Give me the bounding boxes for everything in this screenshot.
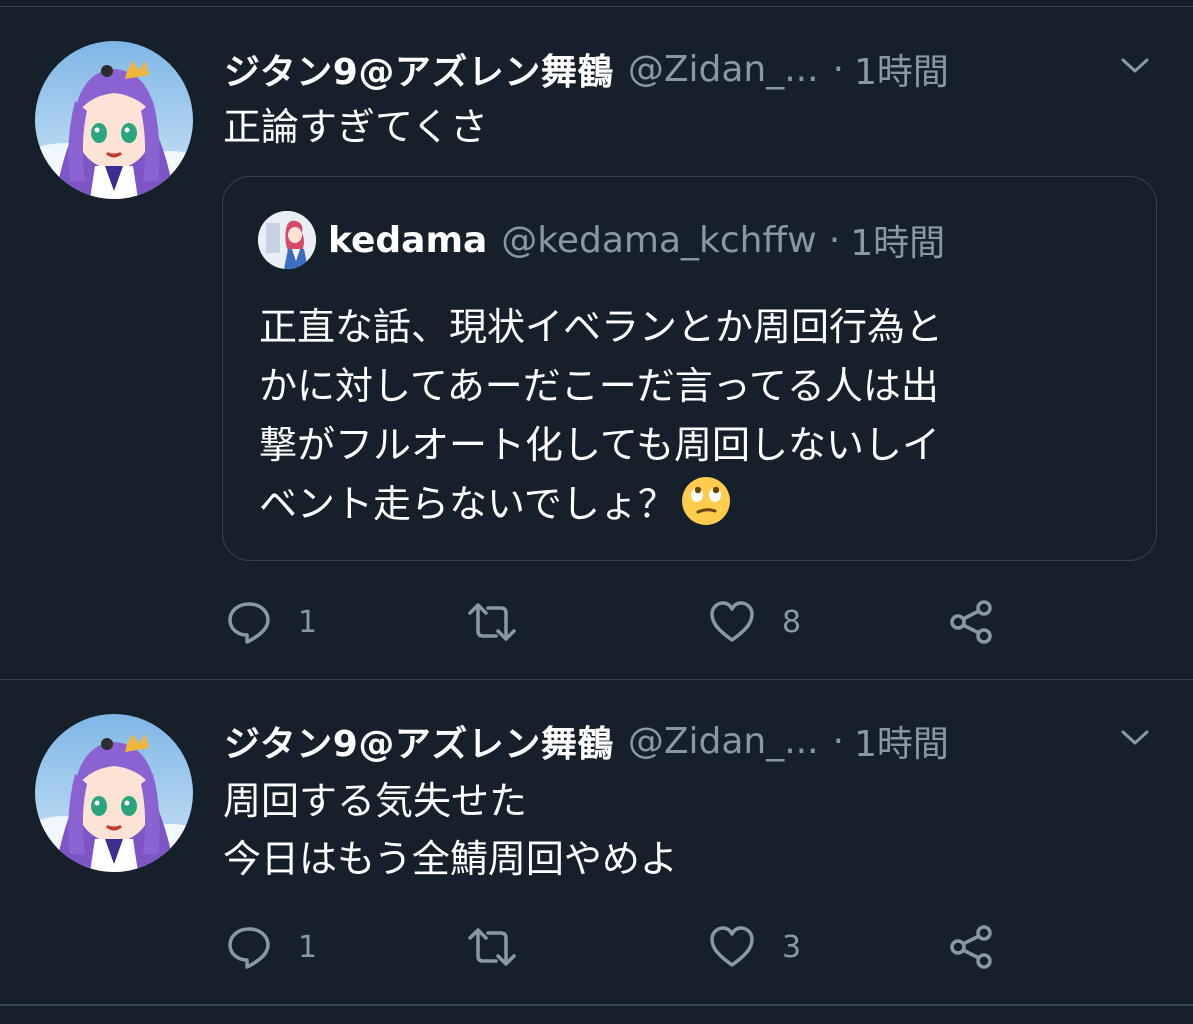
separator-dot: · xyxy=(828,219,841,261)
retweet-icon xyxy=(466,599,518,645)
display-name[interactable]: ジタン9@アズレン舞鶴 xyxy=(224,715,614,767)
retweet-icon xyxy=(466,924,518,970)
reply-icon xyxy=(226,599,272,645)
share-icon xyxy=(948,598,996,646)
heart-icon xyxy=(708,924,756,970)
tweet-text-line: 今日はもう全鯖周回やめよ xyxy=(223,837,678,881)
reply-button[interactable]: 1 xyxy=(226,597,317,647)
reply-count: 1 xyxy=(298,929,318,965)
reply-icon xyxy=(226,924,272,970)
tweet[interactable]: ジタン9@アズレン舞鶴 @Zidan_... · 1時間 正論すぎてくさ ked… xyxy=(0,0,1193,679)
tweet[interactable]: ジタン9@アズレン舞鶴 @Zidan_... · 1時間 周回する気失せた 今日… xyxy=(0,680,1193,1004)
like-count: 3 xyxy=(782,929,802,965)
chevron-down-icon[interactable] xyxy=(1117,720,1153,756)
heart-icon xyxy=(708,599,756,645)
share-icon xyxy=(948,923,996,971)
divider xyxy=(0,1004,1193,1006)
timestamp[interactable]: 1時間 xyxy=(854,715,949,767)
avatar[interactable] xyxy=(35,41,193,199)
quoted-text-line: かに対してあーだこーだ言ってる人は出 xyxy=(259,364,939,408)
display-name[interactable]: ジタン9@アズレン舞鶴 xyxy=(224,43,614,95)
separator-dot: · xyxy=(832,720,845,762)
tweet-text-line: 周回する気失せた xyxy=(223,779,528,823)
quoted-tweet[interactable]: kedama @kedama_kchffw · 1時間 正直な話、現状イベランと… xyxy=(222,176,1157,561)
reply-button[interactable]: 1 xyxy=(226,922,317,972)
quoted-tweet-text: 正直な話、現状イベランとか周回行為と かに対してあーだこーだ言ってる人は出 撃が… xyxy=(259,298,1116,534)
avatar xyxy=(258,211,316,269)
retweet-button[interactable] xyxy=(466,597,544,647)
tweet-header: ジタン9@アズレン舞鶴 @Zidan_... · 1時間 xyxy=(224,41,1133,97)
tweet-text-line: 正論すぎてくさ xyxy=(223,105,488,149)
tweet-header: ジタン9@アズレン舞鶴 @Zidan_... · 1時間 xyxy=(224,713,1133,769)
like-count: 8 xyxy=(782,604,802,640)
share-button[interactable] xyxy=(948,597,996,647)
quoted-tweet-header: kedama @kedama_kchffw · 1時間 xyxy=(328,213,945,267)
timestamp[interactable]: 1時間 xyxy=(854,43,949,95)
retweet-button[interactable] xyxy=(466,922,544,972)
user-handle[interactable]: @Zidan_... xyxy=(628,721,819,762)
reply-count: 1 xyxy=(298,604,318,640)
quoted-timestamp: 1時間 xyxy=(850,223,946,264)
tweet-actions: 1 3 xyxy=(226,922,1026,972)
separator-dot: · xyxy=(832,48,845,90)
tweet-text: 周回する気失せた 今日はもう全鯖周回やめよ xyxy=(223,772,1153,888)
quoted-text-line: 正直な話、現状イベランとか周回行為と xyxy=(259,305,944,349)
timeline: ジタン9@アズレン舞鶴 @Zidan_... · 1時間 正論すぎてくさ ked… xyxy=(0,0,1193,1024)
tweet-actions: 1 8 xyxy=(226,597,1026,647)
like-button[interactable]: 3 xyxy=(708,922,801,972)
user-handle[interactable]: @Zidan_... xyxy=(628,49,819,90)
chevron-down-icon[interactable] xyxy=(1117,48,1153,84)
quoted-text-line-last: ベント走らないでしょ？ xyxy=(259,475,1116,534)
quoted-text-line: ベント走らないでしょ？ xyxy=(259,482,676,526)
like-button[interactable]: 8 xyxy=(708,597,801,647)
share-button[interactable] xyxy=(948,922,996,972)
tweet-text: 正論すぎてくさ xyxy=(223,98,1153,156)
quoted-display-name[interactable]: kedama xyxy=(328,220,487,261)
quoted-text-line: 撃がフルオート化しても周回しないしイ xyxy=(259,423,940,467)
face-with-rolling-eyes-icon xyxy=(680,475,732,527)
avatar[interactable] xyxy=(35,714,193,872)
quoted-user-handle[interactable]: @kedama_kchffw xyxy=(501,220,816,261)
